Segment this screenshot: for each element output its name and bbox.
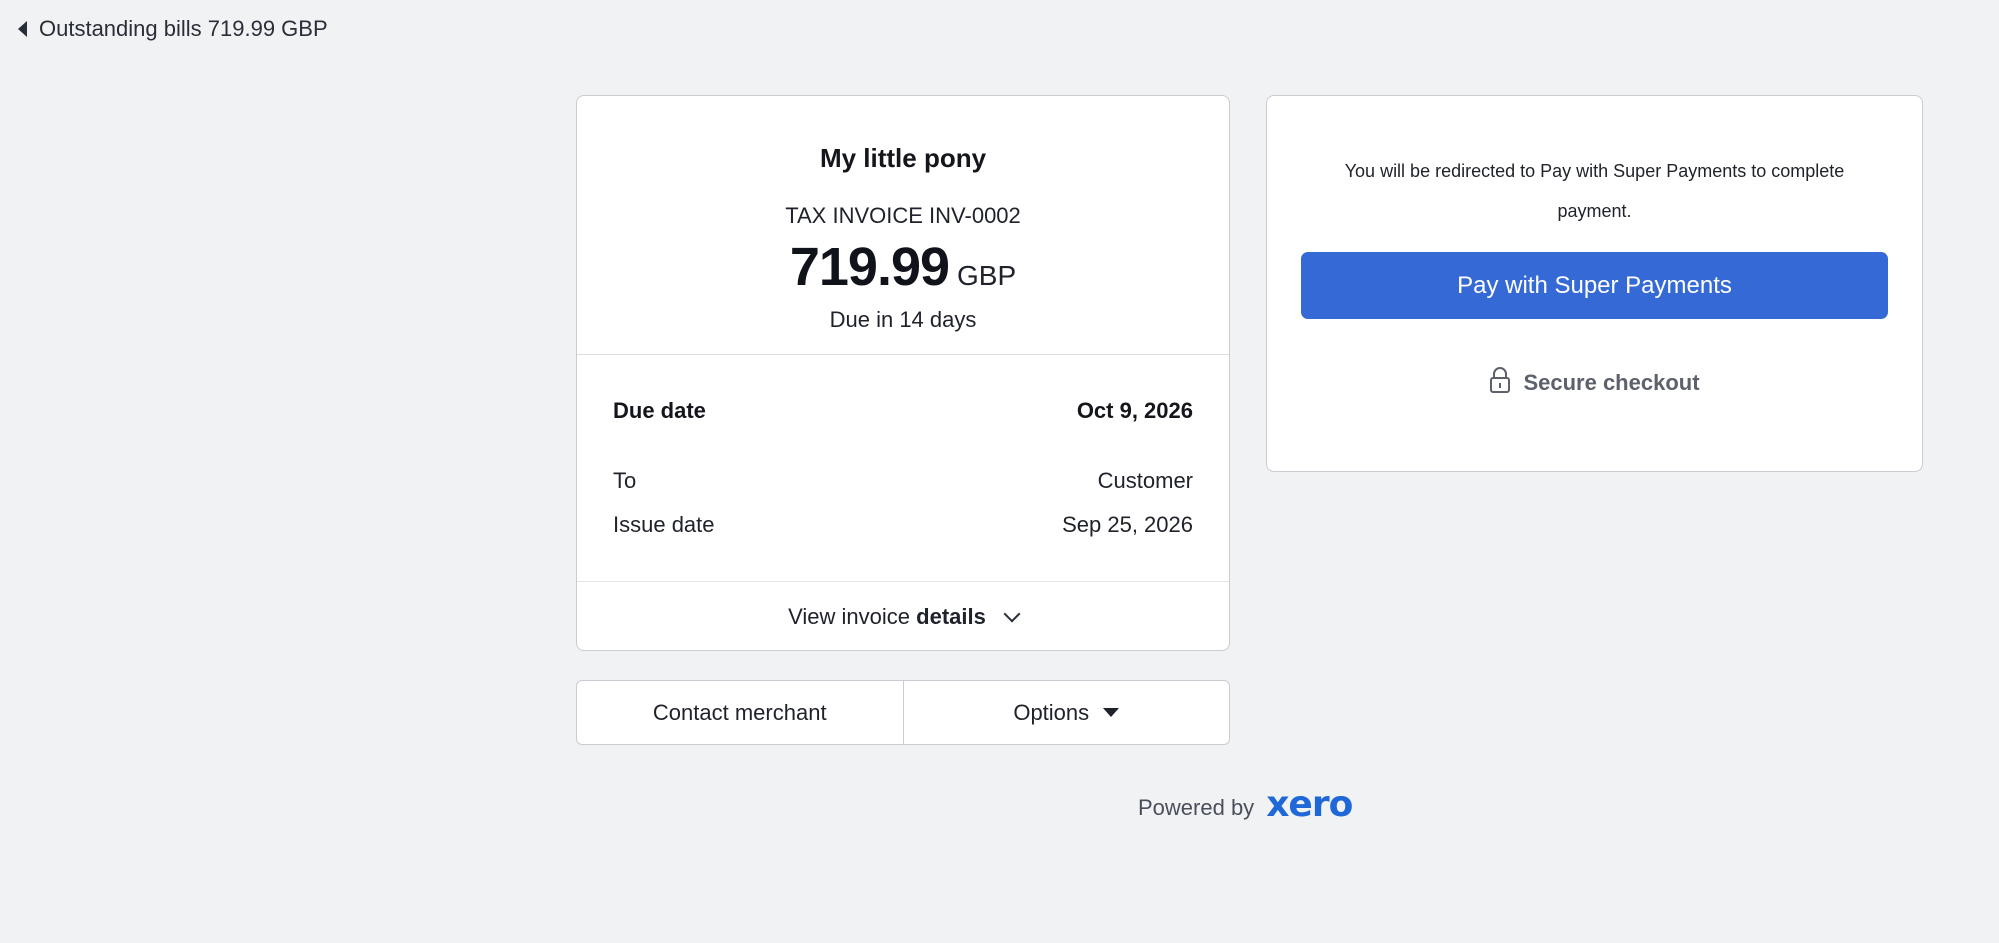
invoice-details-rows: Due date Oct 9, 2026 To Customer Issue d…: [577, 355, 1229, 582]
to-value: Customer: [1097, 468, 1193, 493]
powered-by: Powered by xero: [1138, 784, 1353, 825]
view-details-prefix: View invoice: [788, 604, 911, 629]
issue-date-value: Sep 25, 2026: [1062, 512, 1193, 537]
pay-with-super-payments-button[interactable]: Pay with Super Payments: [1301, 252, 1888, 319]
issue-date-row: Issue date Sep 25, 2026: [613, 512, 1193, 538]
view-details-bold: details: [916, 604, 986, 629]
options-label: Options: [1013, 699, 1090, 725]
amount-line: 719.99 GBP: [577, 236, 1229, 298]
due-in-text: Due in 14 days: [829, 307, 977, 332]
invoice-actions: Contact merchant Options: [576, 680, 1230, 745]
merchant-name: My little pony: [819, 143, 987, 173]
options-dropdown-button[interactable]: Options: [902, 681, 1230, 744]
issue-date-label: Issue date: [613, 512, 715, 537]
lock-icon: [1489, 366, 1511, 400]
invoice-number: TAX INVOICE INV-0002: [785, 203, 1021, 228]
caret-down-icon: [1103, 708, 1120, 717]
pay-button-label: Pay with Super Payments: [1457, 271, 1732, 299]
invoice-currency: GBP: [957, 260, 1017, 291]
contact-merchant-label: Contact merchant: [652, 699, 827, 725]
secure-checkout: Secure checkout: [1267, 366, 1922, 400]
due-date-value: Oct 9, 2026: [1076, 398, 1193, 423]
view-details-label: View invoice details: [788, 604, 986, 630]
back-link-label: Outstanding bills 719.99 GBP: [39, 16, 328, 41]
due-date-row: Due date Oct 9, 2026: [613, 398, 1193, 424]
to-row: To Customer: [613, 468, 1193, 494]
back-caret-icon: [18, 21, 27, 37]
chevron-down-icon: [1003, 605, 1021, 623]
xero-logo: xero: [1266, 784, 1353, 825]
view-invoice-details-toggle[interactable]: View invoice details: [577, 582, 1229, 652]
invoice-card: My little pony TAX INVOICE INV-0002 719.…: [576, 95, 1230, 651]
back-to-outstanding-bills[interactable]: Outstanding bills 719.99 GBP: [18, 16, 328, 42]
contact-merchant-button[interactable]: Contact merchant: [577, 681, 903, 744]
payment-card: You will be redirected to Pay with Super…: [1266, 95, 1923, 472]
powered-by-label: Powered by: [1138, 794, 1255, 820]
invoice-summary: My little pony TAX INVOICE INV-0002 719.…: [577, 96, 1229, 355]
secure-checkout-label: Secure checkout: [1523, 370, 1700, 395]
invoice-amount: 719.99: [789, 237, 950, 297]
due-date-label: Due date: [613, 398, 706, 423]
redirect-notice: You will be redirected to Pay with Super…: [1344, 161, 1845, 221]
to-label: To: [613, 468, 637, 493]
